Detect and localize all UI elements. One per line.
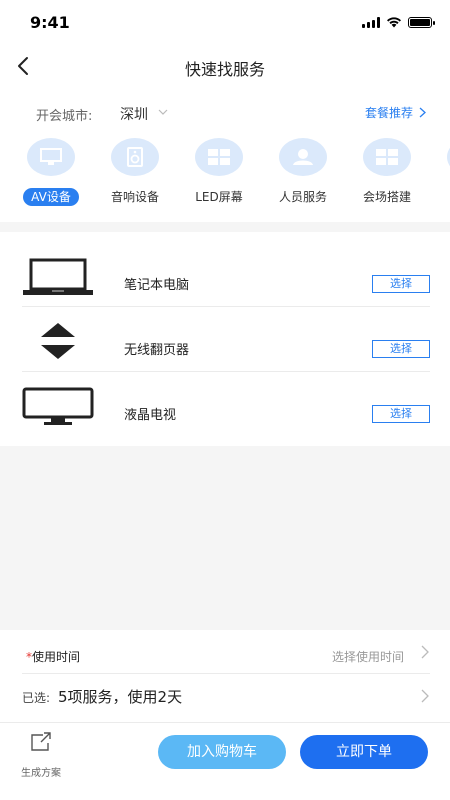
- led-grid-icon: [208, 149, 230, 165]
- service-item-list: 笔记本电脑 选择 无线翻页器 选择 液晶电视 选择: [0, 232, 450, 446]
- monitor-icon: [40, 148, 62, 165]
- category-label: AV设备: [23, 188, 79, 206]
- item-name: 无线翻页器: [124, 343, 190, 358]
- city-row: 开会城市: 深圳 套餐推荐: [0, 98, 450, 128]
- chevron-right-icon: [419, 107, 426, 118]
- usage-section: *使用时间 选择使用时间 已选: 5项服务，使用2天: [0, 630, 450, 722]
- share-export-icon: [31, 732, 51, 751]
- category-label: LED屏幕: [195, 190, 243, 204]
- list-item: 笔记本电脑 选择: [22, 242, 430, 307]
- category-label: 音响设备: [110, 190, 159, 204]
- select-button[interactable]: 选择: [372, 340, 430, 358]
- venue-grid-icon: [376, 149, 398, 165]
- add-to-cart-button[interactable]: 加入购物车: [158, 735, 286, 769]
- item-name: 笔记本电脑: [124, 278, 190, 293]
- city-label: 开会城市:: [36, 109, 93, 124]
- category-icon-circle: [363, 138, 411, 176]
- package-recommend-link[interactable]: 套餐推荐: [365, 104, 426, 121]
- status-bar: 9:41: [0, 0, 450, 44]
- generate-plan-button[interactable]: 生成方案: [16, 731, 66, 779]
- category-av[interactable]: AV设备: [9, 138, 93, 206]
- category-staff[interactable]: 人员服务: [261, 138, 345, 206]
- laptop-icon: [23, 258, 93, 295]
- category-icon-circle: [279, 138, 327, 176]
- bottom-action-bar: 生成方案 加入购物车 立即下单: [0, 722, 450, 800]
- package-recommend-label: 套餐推荐: [364, 106, 413, 120]
- list-item: 无线翻页器 选择: [22, 307, 430, 372]
- selected-summary: 5项服务，使用2天: [58, 688, 183, 706]
- wifi-icon: [387, 17, 401, 28]
- signal-icon: [362, 16, 380, 28]
- empty-area: [0, 446, 450, 630]
- category-icon-circle: [195, 138, 243, 176]
- chevron-right-icon: [421, 645, 429, 659]
- selected-prefix: 已选:: [22, 691, 51, 705]
- usage-time-text: 使用时间: [32, 650, 81, 664]
- category-label: 会场搭建: [362, 190, 411, 204]
- battery-icon: [408, 16, 435, 28]
- category-audio[interactable]: 音响设备: [93, 138, 177, 206]
- staff-icon: [293, 149, 313, 165]
- chevron-down-icon[interactable]: [158, 108, 168, 116]
- generate-plan-label: 生成方案: [21, 768, 61, 779]
- city-select[interactable]: 深圳: [120, 104, 148, 124]
- category-label: 人员服务: [278, 190, 327, 204]
- category-icon-circle: [111, 138, 159, 176]
- category-icon-circle: [27, 138, 75, 176]
- section-divider: [0, 222, 450, 232]
- usage-time-row[interactable]: *使用时间 选择使用时间: [22, 630, 430, 674]
- item-name: 液晶电视: [124, 408, 177, 423]
- selected-summary-row[interactable]: 已选: 5项服务，使用2天: [22, 674, 430, 718]
- usage-time-placeholder: 选择使用时间: [331, 650, 404, 664]
- list-item: 液晶电视 选择: [22, 372, 430, 437]
- usage-time-label: *使用时间: [26, 648, 80, 665]
- speaker-icon: [127, 147, 143, 167]
- category-more[interactable]: [429, 138, 450, 176]
- category-led[interactable]: LED屏幕: [177, 138, 261, 206]
- status-icons: [362, 16, 435, 28]
- select-button[interactable]: 选择: [372, 275, 430, 293]
- category-strip: AV设备 音响设备 LED屏幕 人员服务 会场搭建: [0, 138, 450, 216]
- tv-icon: [22, 387, 94, 425]
- order-now-button[interactable]: 立即下单: [300, 735, 428, 769]
- page-title: 快速找服务: [184, 60, 265, 79]
- category-venue[interactable]: 会场搭建: [345, 138, 429, 206]
- nav-bar: 快速找服务: [0, 44, 450, 88]
- status-time: 9:41: [30, 13, 70, 32]
- select-button[interactable]: 选择: [372, 405, 430, 423]
- pager-arrows-icon: [41, 323, 75, 359]
- chevron-right-icon: [421, 689, 429, 703]
